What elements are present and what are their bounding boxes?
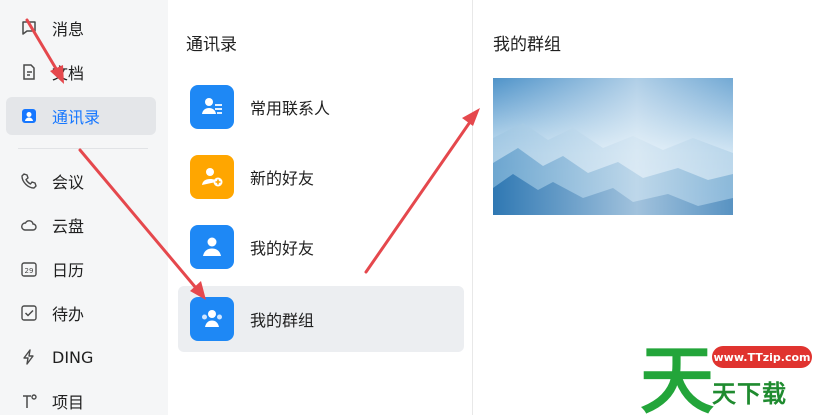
contacts-panel: 通讯录 常用联系人 新的好友 我的好友 我的群组 [168, 0, 473, 415]
checkbox-icon [20, 304, 38, 322]
contact-item-new-friends[interactable]: 新的好友 [178, 144, 464, 210]
sidebar-divider [18, 148, 148, 149]
contact-item-my-groups[interactable]: 我的群组 [178, 286, 464, 352]
contact-item-label: 我的群组 [250, 311, 315, 330]
group-cover-image [493, 78, 733, 215]
contact-item-label: 我的好友 [250, 239, 315, 258]
lightning-icon [20, 348, 38, 366]
calendar-icon: 29 [20, 260, 38, 278]
message-icon [20, 19, 38, 37]
sidebar-item-projects[interactable]: 项目 [6, 382, 156, 420]
sidebar-item-label: 消息 [52, 20, 85, 39]
sidebar-item-label: 日历 [52, 261, 85, 280]
contact-item-label: 新的好友 [250, 169, 315, 188]
contact-item-label: 常用联系人 [250, 99, 331, 118]
detail-title: 我的群组 [493, 35, 561, 55]
new-friend-icon [190, 155, 234, 199]
watermark-url: www.TTzip.com [712, 346, 812, 368]
sidebar-item-label: 项目 [52, 393, 85, 412]
panel-title: 通讯录 [186, 35, 237, 55]
project-icon [20, 392, 38, 410]
sidebar-item-label: 通讯录 [52, 108, 101, 127]
contact-item-my-friends[interactable]: 我的好友 [178, 214, 464, 280]
contact-item-frequent[interactable]: 常用联系人 [178, 74, 464, 140]
sidebar-item-calendar[interactable]: 29 日历 [6, 250, 156, 288]
cloud-icon [20, 216, 38, 234]
svg-text:天: 天 [640, 338, 714, 415]
contacts-icon [20, 107, 38, 125]
phone-icon [20, 172, 38, 190]
sidebar-item-contacts[interactable]: 通讯录 [6, 97, 156, 135]
document-icon [20, 63, 38, 81]
watermark-text: 天下载 [712, 380, 787, 408]
person-icon [190, 225, 234, 269]
sidebar-item-cloud[interactable]: 云盘 [6, 206, 156, 244]
sidebar-item-label: 云盘 [52, 217, 85, 236]
sidebar-item-label: 文档 [52, 64, 85, 83]
sidebar-item-todo[interactable]: 待办 [6, 294, 156, 332]
sidebar-item-label: 待办 [52, 305, 85, 324]
sidebar: 消息 文档 通讯录 会议 云盘 29 日历 待办 DING 项目 [0, 0, 168, 415]
frequent-contacts-icon [190, 85, 234, 129]
sidebar-item-documents[interactable]: 文档 [6, 53, 156, 91]
sidebar-item-messages[interactable]: 消息 [6, 9, 156, 47]
sidebar-item-label: DING [52, 347, 94, 367]
group-icon [190, 297, 234, 341]
svg-text:29: 29 [25, 267, 34, 275]
sidebar-item-label: 会议 [52, 173, 85, 192]
sidebar-item-ding[interactable]: DING [6, 338, 156, 376]
sidebar-item-meetings[interactable]: 会议 [6, 162, 156, 200]
